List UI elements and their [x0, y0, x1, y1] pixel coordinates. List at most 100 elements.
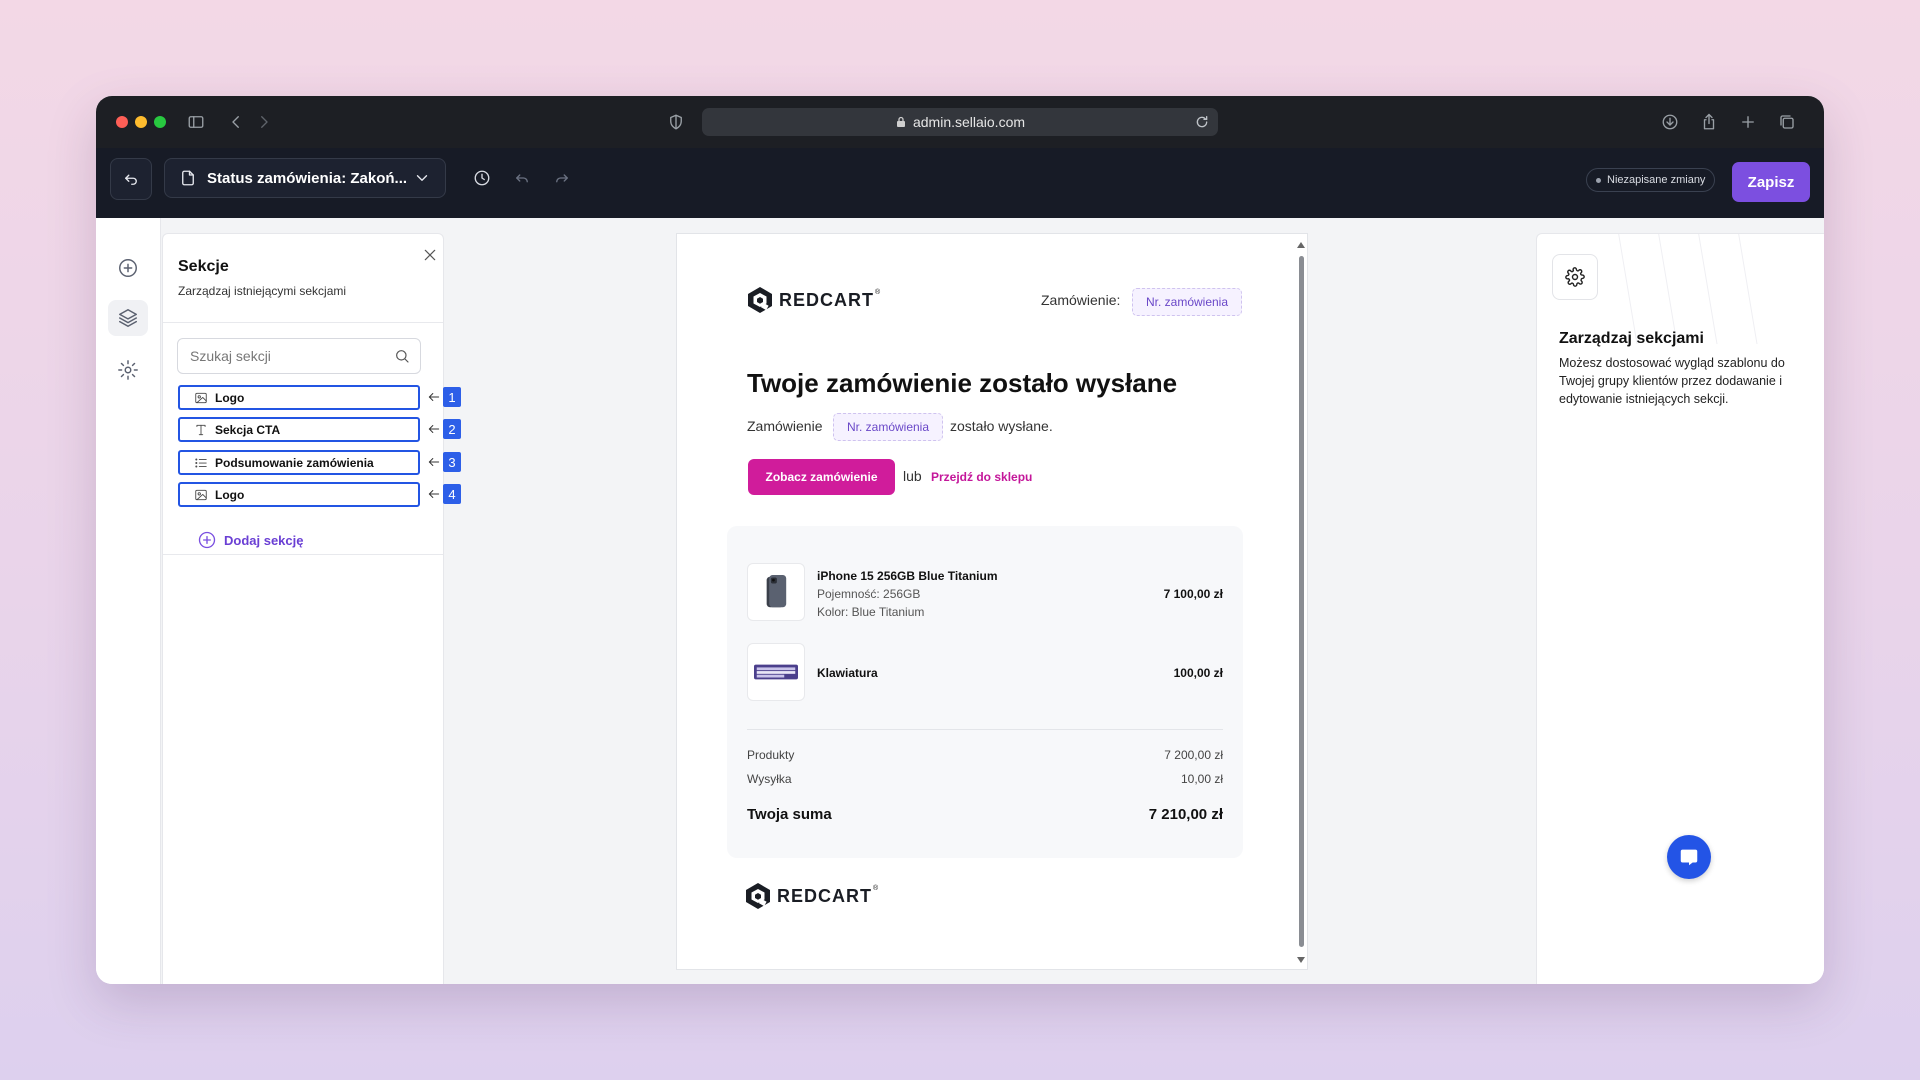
- chevron-down-icon: [416, 175, 428, 181]
- chat-support-button[interactable]: [1667, 835, 1711, 879]
- sections-title: Sekcje: [178, 258, 229, 275]
- section-item-label: Sekcja CTA: [215, 422, 281, 437]
- products-total-label: Produkty: [747, 748, 795, 762]
- history-icon[interactable]: [470, 166, 494, 190]
- gear-icon: [1565, 267, 1585, 287]
- layers-rail-button[interactable]: [108, 300, 148, 336]
- add-section-rail-button[interactable]: [108, 250, 148, 286]
- go-to-shop-link[interactable]: Przejdź do sklepu: [931, 470, 1032, 484]
- minimize-window-button[interactable]: [135, 116, 147, 128]
- shipping-label: Wysyłka: [747, 772, 792, 786]
- order-line-suffix: zostało wysłane.: [950, 418, 1053, 434]
- trademark-mark: ®: [873, 884, 879, 892]
- redcart-logo-icon: [746, 883, 770, 909]
- arrow-left-icon: [427, 455, 441, 469]
- text-icon: [196, 424, 206, 435]
- section-item-label: Podsumowanie zamówienia: [215, 455, 374, 470]
- redo-icon[interactable]: [550, 166, 574, 190]
- search-icon[interactable]: [394, 348, 410, 364]
- editor-workspace: Sekcje Zarządzaj istniejącymi sekcjami L…: [96, 218, 1824, 984]
- divider: [747, 729, 1223, 730]
- undo-icon[interactable]: [510, 166, 534, 190]
- grand-total-value: 7 210,00 zł: [1148, 806, 1223, 823]
- tab-overview-icon[interactable]: [1775, 110, 1799, 134]
- section-number-badge: 4: [443, 484, 461, 504]
- section-number-badge: 3: [443, 452, 461, 472]
- section-item-order-summary[interactable]: Podsumowanie zamówienia: [178, 450, 420, 475]
- list-icon: [195, 457, 207, 468]
- email-preview[interactable]: REDCART ® Zamówienie: Nr. zamówienia Twoj…: [676, 233, 1308, 970]
- scroll-up-arrow[interactable]: [1297, 242, 1305, 248]
- product-price: 100,00 zł: [1173, 666, 1223, 680]
- section-item-cta[interactable]: Sekcja CTA: [178, 417, 420, 442]
- close-panel-button[interactable]: [419, 244, 441, 266]
- reload-icon[interactable]: [1194, 114, 1210, 130]
- brand-name: REDCART: [777, 885, 872, 906]
- scroll-down-arrow[interactable]: [1297, 957, 1305, 963]
- save-button[interactable]: Zapisz: [1732, 162, 1810, 202]
- gear-icon: [118, 360, 138, 380]
- plus-circle-icon: [119, 259, 137, 277]
- section-item-logo-footer[interactable]: Logo: [178, 482, 420, 507]
- sections-subtitle: Zarządzaj istniejącymi sekcjami: [178, 284, 347, 298]
- browser-toolbar: admin.sellaio.com: [96, 96, 1824, 149]
- order-summary: iPhone 15 256GB Blue Titanium Pojemność:…: [727, 526, 1243, 858]
- document-icon: [182, 170, 194, 186]
- order-number-placeholder[interactable]: Nr. zamówienia: [1132, 288, 1242, 316]
- image-icon: [195, 489, 207, 500]
- preview-scrollbar[interactable]: [1296, 242, 1306, 963]
- shipping-value: 10,00 zł: [1180, 772, 1223, 786]
- chat-bubble-icon: [1680, 849, 1698, 866]
- add-section-button[interactable]: Dodaj sekcję: [197, 530, 304, 550]
- product-thumbnail: [747, 563, 805, 621]
- section-item-label: Logo: [215, 390, 245, 405]
- or-text: lub: [903, 468, 922, 484]
- plus-circle-icon: [198, 531, 216, 549]
- download-icon[interactable]: [1658, 110, 1682, 134]
- editor-toolbar: Status zamówienia: Zakoń... Niezapisane …: [96, 148, 1824, 218]
- divider: [163, 554, 443, 555]
- lock-icon: [896, 116, 905, 127]
- unsaved-changes-label: Niezapisane zmiany: [1607, 174, 1706, 186]
- share-icon[interactable]: [1697, 110, 1721, 134]
- template-select-label: Status zamówienia: Zakoń...: [207, 169, 408, 187]
- sections-panel: Sekcje Zarządzaj istniejącymi sekcjami L…: [162, 233, 461, 984]
- maximize-window-button[interactable]: [154, 116, 166, 128]
- section-item-logo[interactable]: Logo: [178, 385, 420, 410]
- product-name: iPhone 15 256GB Blue Titanium: [817, 569, 998, 583]
- new-tab-icon[interactable]: [1736, 110, 1760, 134]
- divider: [163, 322, 443, 323]
- product-name: Klawiatura: [817, 666, 878, 680]
- sidebar-toggle-icon[interactable]: [184, 110, 208, 134]
- view-order-button[interactable]: Zobacz zamówienie: [748, 459, 895, 495]
- template-select[interactable]: Status zamówienia: Zakoń...: [164, 158, 446, 198]
- info-description: Możesz dostosować wygląd szablonu do Two…: [1559, 356, 1785, 406]
- status-dot: [1596, 177, 1601, 183]
- scrollbar-thumb[interactable]: [1299, 256, 1304, 947]
- products-total-value: 7 200,00 zł: [1164, 748, 1223, 762]
- email-headline: Twoje zamówienie zostało wysłane: [747, 368, 1178, 398]
- unsaved-changes-badge: Niezapisane zmiany: [1586, 168, 1716, 192]
- section-number-badge: 2: [443, 419, 461, 439]
- privacy-shield-icon[interactable]: [664, 110, 688, 134]
- image-icon: [195, 392, 207, 403]
- redcart-logo-icon: [748, 287, 772, 313]
- brand-logo-top: REDCART ®: [747, 286, 880, 314]
- arrow-left-icon: [427, 487, 441, 501]
- browser-window: admin.sellaio.com Status zamówienia: Zak…: [96, 96, 1824, 984]
- settings-rail-button[interactable]: [108, 352, 148, 388]
- exit-editor-button[interactable]: [110, 158, 152, 200]
- close-window-button[interactable]: [116, 116, 128, 128]
- search-input[interactable]: [188, 347, 394, 365]
- product-meta: Kolor: Blue Titanium: [817, 605, 925, 619]
- phone-image: [766, 575, 787, 608]
- back-icon[interactable]: [224, 110, 248, 134]
- add-section-label: Dodaj sekcję: [224, 532, 304, 548]
- arrow-left-icon: [427, 422, 441, 436]
- settings-icon-box: [1552, 254, 1598, 300]
- order-number-inline-placeholder[interactable]: Nr. zamówienia: [833, 413, 943, 441]
- section-search[interactable]: [177, 338, 421, 374]
- address-bar[interactable]: admin.sellaio.com: [702, 108, 1218, 136]
- forward-icon[interactable]: [252, 110, 276, 134]
- order-line-prefix: Zamówienie: [747, 418, 823, 434]
